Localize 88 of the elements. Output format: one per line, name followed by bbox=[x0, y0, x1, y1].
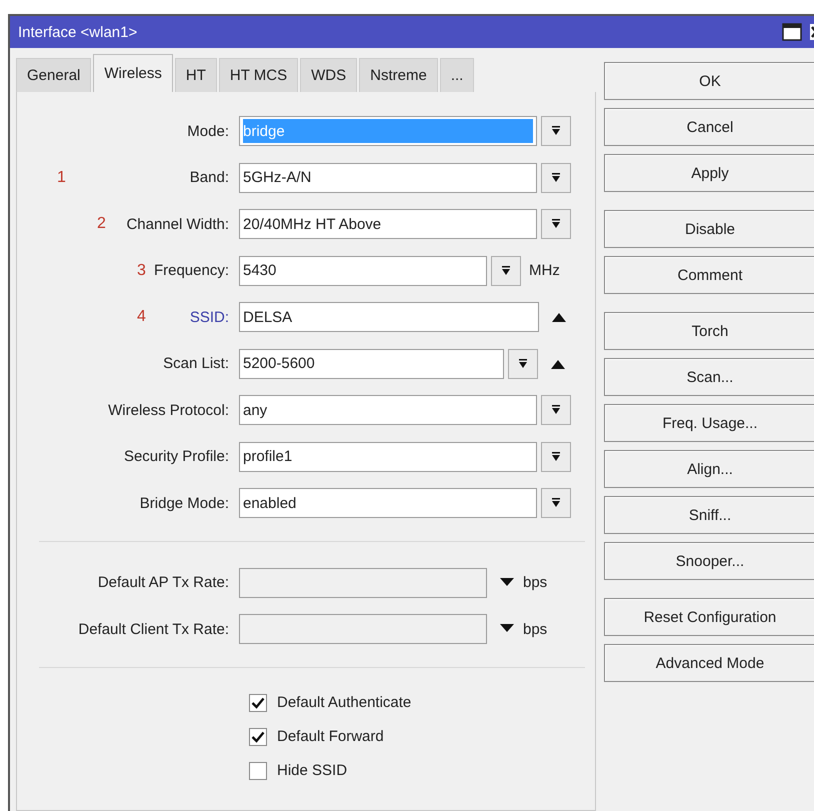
field-value: 5GHz-A/N bbox=[243, 169, 312, 186]
input-field[interactable] bbox=[239, 568, 487, 598]
dialog-button[interactable]: Torch bbox=[604, 312, 814, 350]
unit-label: MHz bbox=[529, 262, 560, 280]
step-number: 4 bbox=[137, 308, 146, 326]
up-triangle-icon bbox=[550, 358, 566, 370]
tab[interactable]: HT MCS bbox=[218, 58, 298, 92]
dropdown-arrow-icon bbox=[551, 498, 561, 508]
up-triangle-icon bbox=[551, 311, 567, 324]
field-value: 20/40MHz HT Above bbox=[243, 216, 382, 233]
dropdown-arrow-icon bbox=[551, 405, 561, 416]
dropdown-field[interactable]: DELSA bbox=[239, 302, 539, 332]
tab[interactable]: Wireless bbox=[93, 54, 173, 92]
dropdown-button[interactable] bbox=[491, 256, 521, 286]
window-title: Interface <wlan1> bbox=[18, 24, 138, 40]
dropdown-arrow-icon bbox=[551, 219, 561, 230]
dropdown-button[interactable] bbox=[541, 488, 571, 518]
field-label: Mode: bbox=[187, 122, 229, 140]
dropdown-button[interactable] bbox=[508, 348, 538, 379]
dialog-button[interactable]: Cancel bbox=[604, 108, 814, 146]
field-value: 5430 bbox=[243, 262, 276, 280]
dropdown-field[interactable]: 5430 bbox=[239, 256, 487, 286]
down-triangle-icon bbox=[499, 576, 515, 587]
step-number: 2 bbox=[97, 215, 106, 234]
collapse-button[interactable] bbox=[550, 358, 566, 370]
dropdown-button[interactable] bbox=[541, 442, 571, 472]
field-label: Security Profile: bbox=[124, 448, 229, 466]
checkbox-label: Hide SSID bbox=[277, 762, 348, 779]
field-label: Default AP Tx Rate: bbox=[98, 574, 229, 592]
field-value: DELSA bbox=[243, 308, 292, 326]
step-number: 1 bbox=[57, 168, 66, 187]
dropdown-field[interactable]: 20/40MHz HT Above bbox=[239, 209, 537, 240]
checkbox-label: Default Authenticate bbox=[277, 694, 412, 711]
dropdown-field[interactable]: any bbox=[239, 395, 537, 426]
dropdown-button[interactable] bbox=[541, 116, 571, 146]
field-label: Scan List: bbox=[163, 355, 229, 372]
tab[interactable]: WDS bbox=[300, 58, 358, 92]
dropdown-arrow-icon bbox=[551, 172, 561, 183]
dropdown-field[interactable]: 5200-5600 bbox=[239, 348, 504, 379]
dropdown-button[interactable] bbox=[541, 395, 571, 426]
dialog-button[interactable]: Align... bbox=[604, 450, 814, 488]
dialog-button[interactable]: Comment bbox=[604, 256, 814, 294]
dropdown-field[interactable]: enabled bbox=[239, 488, 537, 518]
field-label: Bridge Mode: bbox=[140, 494, 229, 512]
input-field[interactable] bbox=[239, 614, 487, 644]
field-label: Default Client Tx Rate: bbox=[78, 620, 229, 638]
tab[interactable]: General bbox=[16, 58, 92, 92]
down-triangle-icon bbox=[499, 623, 515, 634]
field-value: profile1 bbox=[243, 448, 292, 466]
dialog-button[interactable]: Apply bbox=[604, 154, 814, 192]
checkbox[interactable] bbox=[249, 728, 267, 746]
field-label: Band: bbox=[190, 169, 229, 186]
dropdown-arrow-icon bbox=[551, 452, 561, 462]
field-label: Wireless Protocol: bbox=[108, 402, 229, 419]
dialog-button[interactable]: Freq. Usage... bbox=[604, 404, 814, 442]
dropdown-field[interactable]: profile1 bbox=[239, 442, 537, 472]
check-icon bbox=[251, 730, 265, 742]
dialog-button[interactable]: Scan... bbox=[604, 358, 814, 396]
dropdown-arrow-icon bbox=[551, 126, 561, 136]
tab[interactable]: Nstreme bbox=[359, 58, 438, 92]
field-value: 5200-5600 bbox=[243, 355, 315, 372]
dropdown-arrow-icon bbox=[518, 358, 528, 369]
dialog-button[interactable]: Disable bbox=[604, 210, 814, 248]
field-label: SSID: bbox=[190, 308, 229, 326]
checkbox[interactable] bbox=[249, 762, 267, 780]
checkbox[interactable] bbox=[249, 694, 267, 712]
dropdown-arrow-icon bbox=[501, 266, 511, 276]
maximize-icon[interactable] bbox=[782, 23, 802, 41]
collapse-button[interactable] bbox=[551, 311, 567, 324]
dialog-button[interactable]: Advanced Mode bbox=[604, 644, 814, 682]
dialog-button[interactable]: Reset Configuration bbox=[604, 598, 814, 636]
field-value: any bbox=[243, 402, 268, 419]
checkbox-label: Default Forward bbox=[277, 728, 384, 745]
tab[interactable]: HT bbox=[174, 58, 217, 92]
unit-label: bps bbox=[523, 620, 548, 638]
dialog-button[interactable]: Snooper... bbox=[604, 542, 814, 580]
dropdown-button[interactable] bbox=[541, 162, 571, 193]
tab[interactable]: ... bbox=[440, 58, 474, 92]
dropdown-field[interactable]: 5GHz-A/N bbox=[239, 162, 537, 193]
dialog-button[interactable]: OK bbox=[604, 62, 814, 100]
unit-label: bps bbox=[523, 574, 548, 592]
dialog-button[interactable]: Sniff... bbox=[604, 496, 814, 534]
dropdown-button[interactable] bbox=[541, 209, 571, 240]
field-value: enabled bbox=[243, 494, 296, 512]
step-number: 3 bbox=[137, 262, 146, 280]
field-label: Channel Width: bbox=[126, 216, 229, 233]
check-icon bbox=[251, 696, 265, 708]
field-label: Frequency: bbox=[154, 262, 229, 280]
